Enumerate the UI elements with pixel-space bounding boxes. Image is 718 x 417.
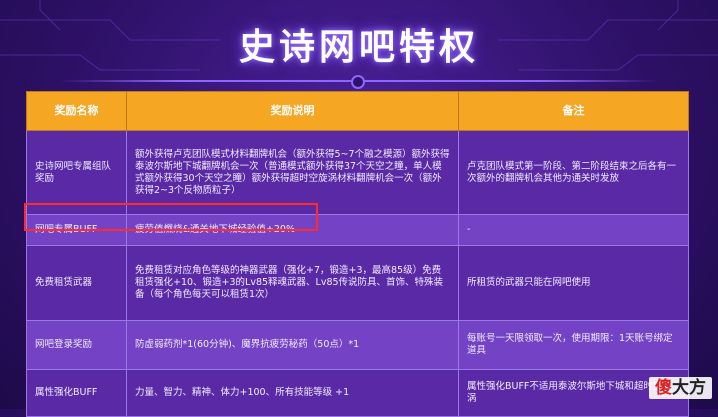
reward-name-cell: 免费租赁武器 (26, 245, 127, 321)
reward-name-cell: 网吧登录奖励 (26, 320, 127, 370)
perks-table: 奖励名称 奖励说明 备注 史诗网吧专属组队奖励 额外获得卢克团队模式材料翻牌机会… (26, 91, 689, 417)
header-note: 备注 (458, 91, 689, 131)
watermark-logo: 傻大方 (649, 377, 712, 399)
reward-description-cell: 疲劳值燃烧&通关地下城经验值+20% (126, 214, 459, 246)
table-row: 网吧专属BUFF 疲劳值燃烧&通关地下城经验值+20% - (26, 214, 689, 246)
reward-note-cell: 卢克团队模式第一阶段、第二阶段结束之后各有一次额外的翻牌机会其他为通关时发放 (458, 130, 689, 215)
watermark-text-secondary: 大方 (672, 378, 706, 398)
reward-description-cell: 免费租赁对应角色等级的神器武器（强化+7，锻造+3，最高85级）免费租赁强化+1… (126, 245, 459, 321)
reward-description-cell: 额外获得卢克团队模式材料翻牌机会（额外获得5~7个融之模源）额外获得泰波尔斯地下… (126, 130, 459, 215)
reward-note-cell: 所租赁的武器只能在网吧使用 (458, 245, 689, 321)
header-reward-name: 奖励名称 (26, 91, 127, 131)
page-title: 史诗网吧特权 (238, 27, 479, 68)
reward-name-cell: 属性强化BUFF (26, 369, 127, 417)
table-row: 网吧登录奖励 防虚弱药剂*1(60分钟)、魔界抗疲劳秘药（50点）*1 每账号一… (26, 320, 689, 370)
watermark-text-primary: 傻 (655, 378, 672, 398)
reward-description-cell: 防虚弱药剂*1(60分钟)、魔界抗疲劳秘药（50点）*1 (126, 320, 459, 370)
reward-name-cell: 网吧专属BUFF (26, 214, 127, 246)
table-row: 免费租赁武器 免费租赁对应角色等级的神器武器（强化+7，锻造+3，最高85级）免… (26, 245, 689, 321)
banner-header: 史诗网吧特权 (0, 0, 718, 89)
table-row: 属性强化BUFF 力量、智力、精神、体力+100、所有技能等级 +1 属性强化B… (26, 369, 689, 417)
reward-name-cell: 史诗网吧专属组队奖励 (26, 130, 127, 215)
reward-note-cell: 每账号一天限领取一次，使用期限：1天账号绑定道具 (458, 320, 689, 370)
table-row: 史诗网吧专属组队奖励 额外获得卢克团队模式材料翻牌机会（额外获得5~7个融之模源… (26, 130, 689, 215)
title-divider-ornament (351, 75, 365, 89)
reward-description-cell: 力量、智力、精神、体力+100、所有技能等级 +1 (126, 369, 459, 417)
table-header-row: 奖励名称 奖励说明 备注 (26, 91, 689, 131)
reward-note-cell: - (458, 214, 689, 246)
header-reward-description: 奖励说明 (126, 91, 459, 131)
